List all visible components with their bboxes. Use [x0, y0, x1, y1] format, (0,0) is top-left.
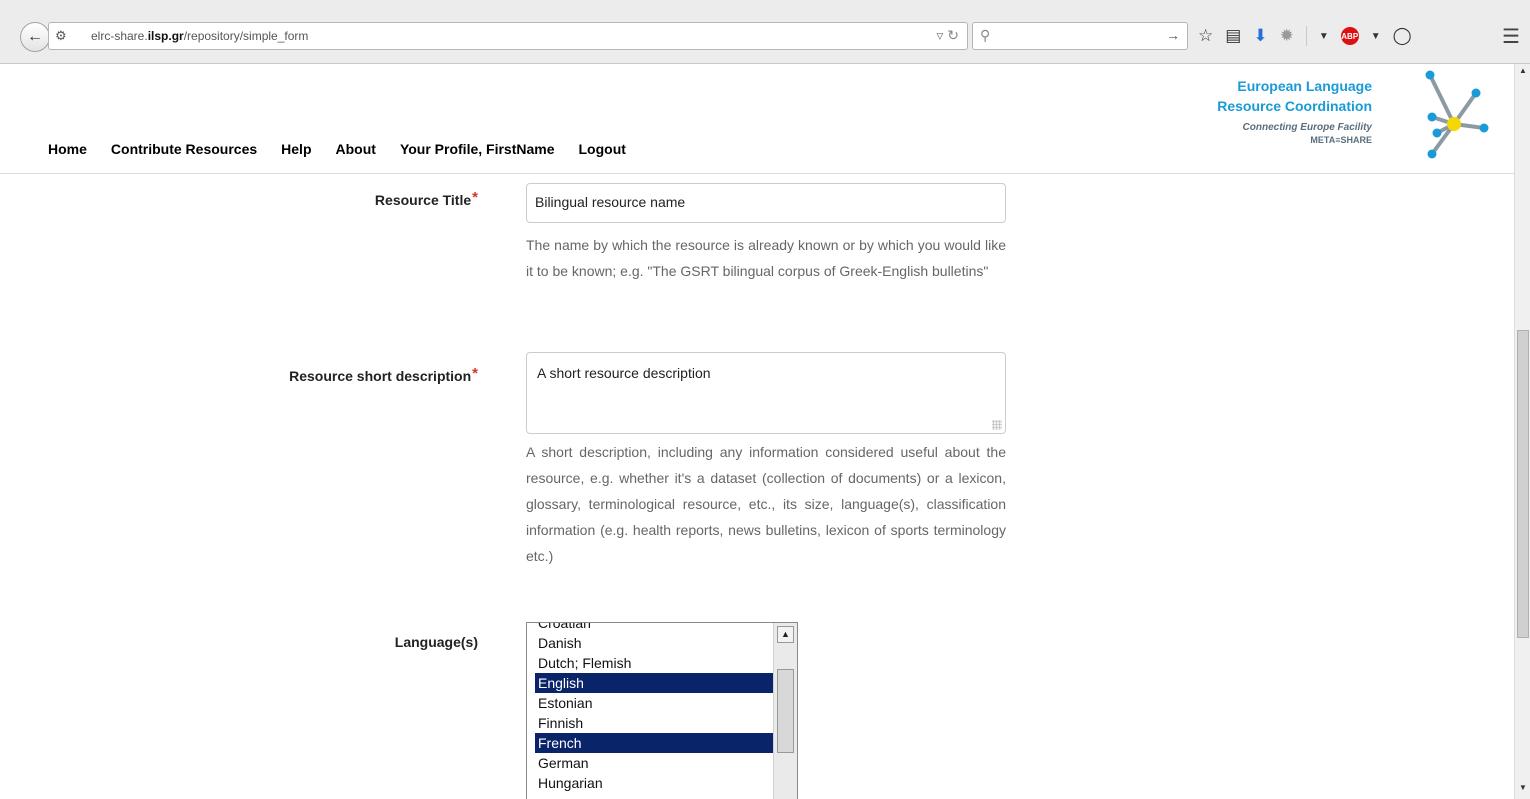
language-option-english[interactable]: English — [535, 673, 773, 693]
short-description-help: A short description, including any infor… — [526, 444, 1006, 564]
nav-help[interactable]: Help — [281, 141, 311, 157]
network-logo-icon — [1425, 70, 1489, 159]
language-option-finnish[interactable]: Finnish — [535, 713, 773, 733]
resize-handle-icon[interactable] — [992, 420, 1002, 430]
page-scroll-thumb[interactable] — [1517, 330, 1529, 638]
extension-icon[interactable]: ✹ — [1280, 26, 1294, 46]
download-icon[interactable]: ⬇ — [1253, 26, 1267, 46]
dropdown-icon[interactable]: ▼ — [1371, 31, 1381, 42]
resource-title-help: The name by which the resource is alread… — [526, 237, 1006, 279]
nav-contribute-resources[interactable]: Contribute Resources — [111, 141, 257, 157]
short-description-label: Resource short description* — [289, 365, 478, 384]
nav-about[interactable]: About — [336, 141, 376, 157]
resource-title-label: Resource Title* — [374, 189, 478, 208]
language-option-hungarian[interactable]: Hungarian — [535, 773, 773, 793]
search-go-icon[interactable]: → — [1166, 27, 1180, 43]
toolbar-icons: ☆ ▤ ⬇ ✹ ▼ ABP ▼ ◯ — [1198, 24, 1412, 48]
site-identity-icon[interactable]: ⚙ — [55, 28, 67, 44]
language-option-estonian[interactable]: Estonian — [535, 693, 773, 713]
globe-icon[interactable]: ◯ — [1393, 26, 1412, 46]
logo-line-1: European Language — [1237, 78, 1372, 94]
hamburger-menu-icon[interactable]: ☰ — [1502, 24, 1520, 49]
language-option-croatian[interactable]: Croatian — [535, 623, 773, 633]
page-scrollbar[interactable]: ▲ ▼ — [1514, 64, 1530, 799]
back-arrow-icon[interactable]: ← — [20, 22, 50, 52]
languages-listbox[interactable]: Croatian Danish Dutch; Flemish English E… — [526, 622, 798, 799]
site-header: Home Contribute Resources Help About You… — [0, 64, 1514, 174]
scroll-up-arrow-icon[interactable]: ▲ — [1517, 66, 1529, 80]
toolbar-separator — [1305, 26, 1307, 46]
listbox-scrollbar[interactable]: ▲ — [773, 623, 797, 799]
browser-toolbar: ← ⚙ elrc-share.ilsp.gr/repository/simple… — [0, 0, 1530, 64]
main-nav: Home Contribute Resources Help About You… — [48, 141, 626, 157]
language-option-danish[interactable]: Danish — [535, 633, 773, 653]
logo-line-4: META≡SHARE — [1310, 135, 1372, 145]
search-icon: ⚲ — [980, 27, 991, 43]
nav-logout[interactable]: Logout — [579, 141, 626, 157]
scroll-up-arrow-icon[interactable]: ▲ — [777, 626, 794, 643]
reload-icon[interactable]: ▿ ↻ — [936, 27, 959, 44]
url-text[interactable]: elrc-share.ilsp.gr/repository/simple_for… — [91, 29, 308, 43]
address-bar[interactable]: ⚙ elrc-share.ilsp.gr/repository/simple_f… — [48, 22, 968, 50]
language-option-german[interactable]: German — [535, 753, 773, 773]
bookmark-star-icon[interactable]: ☆ — [1198, 26, 1213, 46]
short-description-value: A short resource description — [537, 365, 711, 381]
logo-line-3: Connecting Europe Facility — [1242, 122, 1372, 133]
nav-profile[interactable]: Your Profile, FirstName — [400, 141, 555, 157]
logo-line-2: Resource Coordination — [1217, 98, 1372, 114]
short-description-textarea[interactable]: A short resource description — [526, 352, 1006, 434]
reading-list-icon[interactable]: ▤ — [1225, 26, 1241, 46]
required-star: * — [472, 189, 478, 206]
page-content: Home Contribute Resources Help About You… — [0, 64, 1530, 799]
scroll-down-arrow-icon[interactable]: ▼ — [1517, 783, 1529, 797]
resource-title-input[interactable]: Bilingual resource name — [526, 183, 1006, 223]
elrc-logo[interactable]: European Language Resource Coordination … — [1217, 66, 1498, 166]
dropdown-icon[interactable]: ▼ — [1319, 31, 1329, 42]
languages-label: Language(s) — [394, 634, 478, 650]
nav-home[interactable]: Home — [48, 141, 87, 157]
language-option-dutch[interactable]: Dutch; Flemish — [535, 653, 773, 673]
required-star: * — [472, 365, 478, 382]
adblock-icon[interactable]: ABP — [1340, 27, 1359, 45]
language-option-french[interactable]: French — [535, 733, 773, 753]
listbox-scroll-thumb[interactable] — [777, 669, 794, 753]
search-input[interactable]: ⚲ → — [972, 22, 1188, 50]
